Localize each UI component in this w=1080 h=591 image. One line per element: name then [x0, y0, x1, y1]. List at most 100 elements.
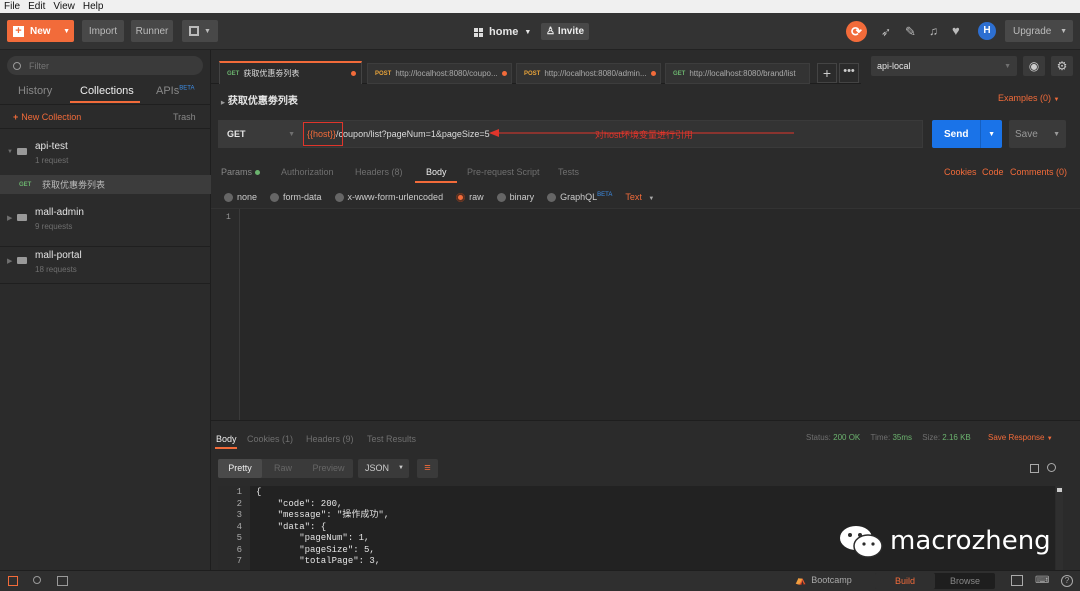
wrap-button[interactable]: ≡: [417, 459, 438, 478]
collection-name: mall-admin: [35, 207, 84, 218]
import-button[interactable]: Import: [82, 20, 124, 42]
sync-icon[interactable]: ⟳: [846, 21, 867, 42]
request-tab[interactable]: POST http://localhost:8080/coupo...: [367, 63, 512, 84]
collection-mall-admin[interactable]: ▶ mall-admin 9 requests: [0, 200, 211, 240]
collection-mall-portal[interactable]: ▶ mall-portal 18 requests: [0, 243, 211, 283]
body-editor[interactable]: 1: [211, 208, 1080, 421]
save-response-button[interactable]: Save Response ▼: [988, 433, 1053, 442]
response-scrollbar[interactable]: [1056, 486, 1063, 570]
view-raw-button[interactable]: Raw: [262, 459, 304, 478]
sidebar-toggle-icon[interactable]: [8, 576, 18, 586]
menu-edit[interactable]: Edit: [28, 1, 45, 12]
tab-title: 获取优惠劵列表: [243, 69, 300, 78]
radio-icon: [224, 193, 233, 203]
view-preview-button[interactable]: Preview: [304, 459, 353, 478]
new-collection-button[interactable]: + New Collection: [13, 112, 81, 122]
method-select[interactable]: GET ▼: [218, 120, 302, 148]
wrench-icon[interactable]: ✎: [905, 24, 916, 40]
size-value: 2.16 KB: [942, 433, 971, 442]
collection-name: mall-portal: [35, 250, 82, 261]
send-button[interactable]: Send ▼: [932, 120, 1002, 148]
workspace-selector[interactable]: home ▼: [474, 24, 531, 40]
new-tab-button[interactable]: +: [817, 63, 837, 83]
status-label: Status:: [806, 433, 831, 442]
help-icon[interactable]: ?: [1061, 575, 1073, 587]
radio-urlencoded[interactable]: x-www-form-urlencoded: [334, 192, 443, 203]
code-line: 3 "message": "操作成功",: [218, 510, 1048, 522]
tab-prerequest[interactable]: Pre-request Script: [467, 167, 540, 177]
request-tab[interactable]: GET http://localhost:8080/brand/list: [665, 63, 810, 84]
format-select[interactable]: JSON ▼: [358, 459, 409, 478]
radio-none[interactable]: none: [224, 192, 257, 203]
request-tab[interactable]: POST http://localhost:8080/admin...: [516, 63, 661, 84]
new-button[interactable]: + New ▼: [7, 20, 74, 42]
radio-binary-label: binary: [509, 192, 535, 202]
search-icon[interactable]: [1047, 463, 1056, 472]
response-tab-body[interactable]: Body: [216, 434, 237, 444]
examples-button[interactable]: Examples (0) ▼: [998, 93, 1059, 103]
wrap-lines-icon: ≡: [424, 462, 431, 474]
heart-icon[interactable]: ♥: [952, 23, 960, 38]
comments-link[interactable]: Comments (0): [1010, 167, 1067, 177]
tab-body[interactable]: Body: [426, 167, 447, 177]
keyboard-icon[interactable]: ⌨: [1035, 575, 1049, 586]
browse-button[interactable]: Browse: [935, 573, 995, 589]
request-name: 获取优惠劵列表: [42, 180, 106, 190]
wechat-logo-icon: [840, 526, 883, 558]
console-icon[interactable]: [57, 576, 68, 586]
response-tab-tests[interactable]: Test Results: [367, 434, 416, 444]
collection-api-test[interactable]: ▼ api-test 1 request: [0, 130, 211, 170]
menu-bar: File Edit View Help: [0, 0, 1080, 13]
copy-icon[interactable]: [1030, 464, 1039, 473]
tab-history[interactable]: History: [18, 85, 52, 97]
chevron-down-icon: ▼: [1046, 436, 1053, 442]
runner-button[interactable]: Runner: [131, 20, 173, 42]
caret-right-icon: ▶: [221, 100, 225, 106]
raw-format-select[interactable]: Text ▼: [625, 192, 654, 202]
eye-button[interactable]: ◉: [1023, 56, 1045, 76]
code-link[interactable]: Code: [982, 167, 1004, 177]
build-button[interactable]: Build: [875, 573, 935, 589]
environment-select[interactable]: api-local ▼: [871, 56, 1017, 76]
radio-form-data[interactable]: form-data: [270, 192, 322, 203]
menu-view[interactable]: View: [53, 1, 75, 12]
more-tabs-button[interactable]: •••: [839, 63, 859, 83]
response-tab-cookies[interactable]: Cookies (1): [247, 434, 293, 444]
radio-graphql[interactable]: GraphQLBETA: [547, 192, 612, 203]
tab-headers[interactable]: Headers (8): [355, 167, 403, 177]
menu-help[interactable]: Help: [83, 1, 104, 12]
radio-binary[interactable]: binary: [496, 192, 535, 203]
trash-button[interactable]: Trash: [173, 112, 196, 122]
request-tab[interactable]: GET 获取优惠劵列表: [219, 61, 362, 84]
menu-file[interactable]: File: [4, 1, 20, 12]
save-button[interactable]: Save ▼: [1009, 120, 1066, 148]
tab-params[interactable]: Params: [221, 167, 260, 177]
avatar[interactable]: H: [978, 22, 996, 40]
upgrade-button[interactable]: Upgrade ▼: [1005, 20, 1073, 42]
search-icon[interactable]: [33, 576, 41, 584]
two-pane-icon[interactable]: [1011, 575, 1023, 586]
tab-authorization[interactable]: Authorization: [281, 167, 334, 177]
collection-count: 9 requests: [35, 222, 73, 231]
view-pretty-button[interactable]: Pretty: [218, 459, 262, 478]
invite-button[interactable]: ♙ Invite: [541, 23, 589, 40]
request-title[interactable]: ▶ 获取优惠劵列表: [221, 92, 298, 107]
main-panel: GET 获取优惠劵列表 POST http://localhost:8080/c…: [211, 50, 1080, 570]
satellite-icon[interactable]: ➶: [881, 25, 891, 39]
radio-raw[interactable]: raw: [456, 192, 484, 203]
new-window-button[interactable]: ▼: [182, 20, 218, 42]
cookies-link[interactable]: Cookies: [944, 167, 977, 177]
tab-apis[interactable]: APIsBETA: [156, 85, 194, 97]
filter-input[interactable]: [29, 60, 189, 71]
filter-box[interactable]: [7, 56, 203, 75]
bell-icon[interactable]: ♫: [929, 24, 938, 38]
response-divider: [211, 420, 1080, 421]
response-tab-headers[interactable]: Headers (9): [306, 434, 354, 444]
tab-collections[interactable]: Collections: [80, 85, 134, 97]
settings-button[interactable]: ⚙: [1051, 56, 1073, 76]
sidebar-divider: [0, 283, 211, 284]
request-item[interactable]: GET 获取优惠劵列表: [0, 175, 211, 194]
tab-tests[interactable]: Tests: [558, 167, 579, 177]
bootcamp-button[interactable]: ⛺ Bootcamp: [795, 575, 852, 586]
scroll-thumb[interactable]: [1057, 488, 1062, 492]
